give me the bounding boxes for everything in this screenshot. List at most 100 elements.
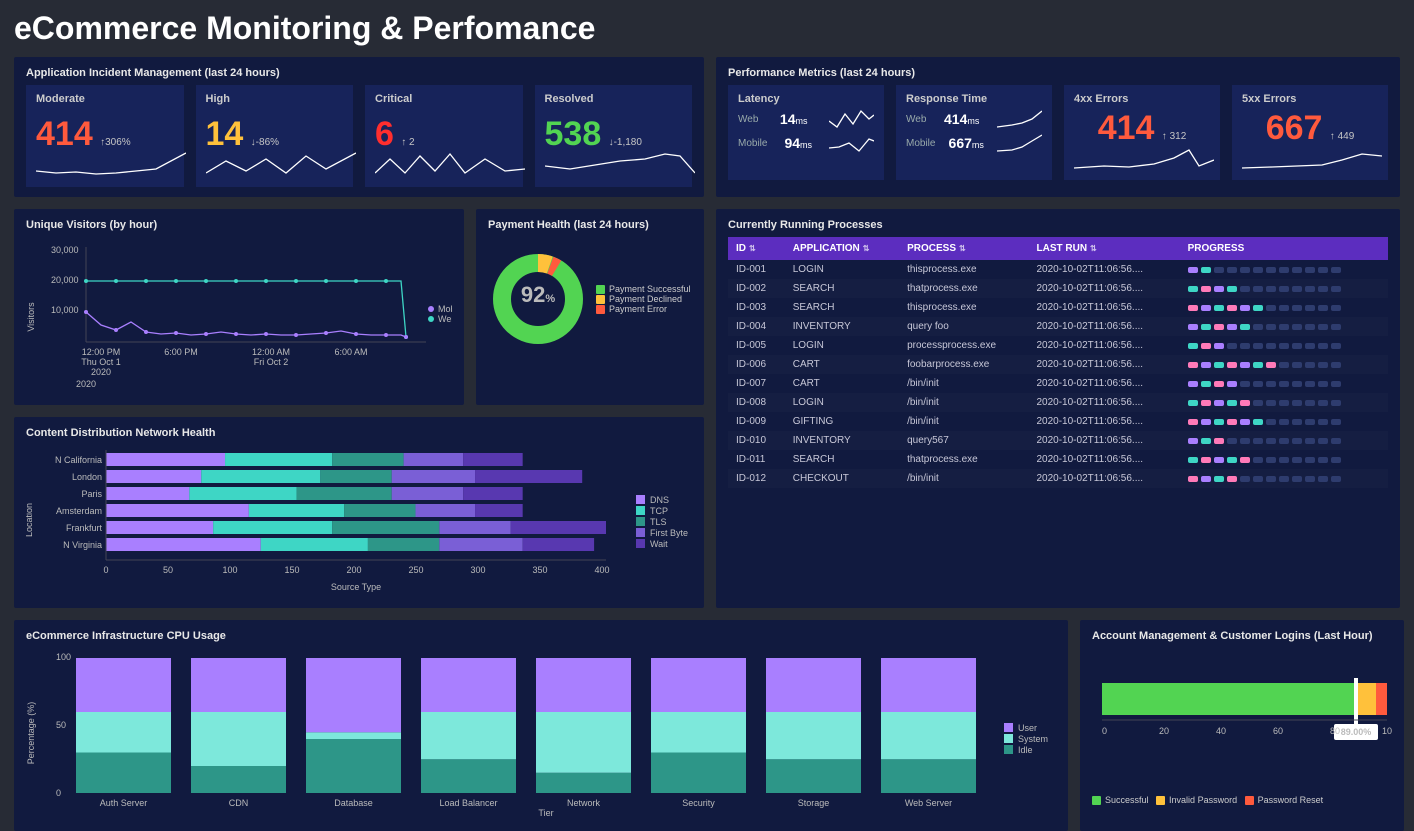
logins-panel: Account Management & Customer Logins (La… xyxy=(1080,620,1404,831)
sort-icon: ⇅ xyxy=(1090,244,1097,253)
label: 5xx Errors xyxy=(1242,93,1378,105)
svg-text:Auth Server: Auth Server xyxy=(100,798,148,808)
label: Moderate xyxy=(36,93,174,105)
svg-text:0: 0 xyxy=(1102,726,1107,736)
table-row[interactable]: ID-004INVENTORYquery foo2020-10-02T11:06… xyxy=(728,317,1388,336)
svg-text:50: 50 xyxy=(163,565,173,575)
label: Response Time xyxy=(906,93,1042,105)
mob-val: 94 xyxy=(784,135,800,151)
lg-success: Successful xyxy=(1105,795,1149,805)
cpu-title: eCommerce Infrastructure CPU Usage xyxy=(26,630,1056,642)
table-row[interactable]: ID-001LOGINthisprocess.exe2020-10-02T11:… xyxy=(728,260,1388,279)
label: High xyxy=(206,93,344,105)
svg-text:User: User xyxy=(1018,723,1037,733)
svg-text:30,000: 30,000 xyxy=(51,245,79,255)
svg-text:0: 0 xyxy=(103,565,108,575)
svg-text:TCP: TCP xyxy=(650,506,668,516)
value: 667 xyxy=(1266,109,1323,147)
delta: ↓-86% xyxy=(251,137,279,148)
lg-success: Payment Successful xyxy=(609,284,691,294)
svg-text:50: 50 xyxy=(56,720,66,730)
table-row[interactable]: ID-011SEARCHthatprocess.exe2020-10-02T11… xyxy=(728,450,1388,469)
ms: ms xyxy=(967,116,979,126)
visitors-title: Unique Visitors (by hour) xyxy=(26,219,452,231)
svg-text:Security: Security xyxy=(682,798,715,808)
lg-reset: Password Reset xyxy=(1258,795,1324,805)
delta: ↑ 2 xyxy=(401,137,414,148)
sort-icon: ⇅ xyxy=(959,244,966,253)
svg-text:Thu Oct 1: Thu Oct 1 xyxy=(81,357,121,367)
svg-text:Web Server: Web Server xyxy=(905,798,952,808)
svg-text:London: London xyxy=(72,472,102,482)
cdn-chart: Location N CaliforniaLondonParisAmsterda… xyxy=(26,445,692,595)
svg-text:2020: 2020 xyxy=(91,367,111,377)
svg-text:Location: Location xyxy=(26,503,34,537)
table-row[interactable]: ID-007CART/bin/init2020-10-02T11:06:56..… xyxy=(728,374,1388,393)
svg-text:First Byte: First Byte xyxy=(650,528,688,538)
svg-text:Idle: Idle xyxy=(1018,745,1033,755)
svg-text:200: 200 xyxy=(346,565,361,575)
web-val: 414 xyxy=(944,111,967,127)
perf-title: Performance Metrics (last 24 hours) xyxy=(728,67,1388,79)
payment-panel: Payment Health (last 24 hours) 92% Payme… xyxy=(476,209,704,405)
value: 414 xyxy=(1098,109,1155,147)
delta: ↑ 449 xyxy=(1330,131,1354,142)
sort-icon: ⇅ xyxy=(863,244,870,253)
table-row[interactable]: ID-010INVENTORYquery5672020-10-02T11:06:… xyxy=(728,431,1388,450)
web-label: Web xyxy=(906,114,926,125)
svg-text:92%: 92% xyxy=(521,282,555,307)
svg-text:100: 100 xyxy=(1382,726,1392,736)
table-row[interactable]: ID-006CARTfoobarprocess.exe2020-10-02T11… xyxy=(728,355,1388,374)
table-row[interactable]: ID-012CHECKOUT/bin/init2020-10-02T11:06:… xyxy=(728,469,1388,488)
visitors-panel: Unique Visitors (by hour) Visitors 30,00… xyxy=(14,209,464,405)
cdn-panel: Content Distribution Network Health Loca… xyxy=(14,417,704,608)
card-5xx: 5xx Errors 667 ↑ 449 xyxy=(1232,85,1388,180)
card-latency: Latency Web14ms Mobile94ms xyxy=(728,85,884,180)
svg-text:100: 100 xyxy=(222,565,237,575)
label: Latency xyxy=(738,93,874,105)
col-proc[interactable]: PROCESS⇅ xyxy=(899,237,1028,260)
mob-label: Mobile xyxy=(738,138,767,149)
card-4xx: 4xx Errors 414 ↑ 312 xyxy=(1064,85,1220,180)
svg-text:Percentage (%): Percentage (%) xyxy=(26,702,36,765)
col-id[interactable]: ID⇅ xyxy=(728,237,785,260)
mob-val: 667 xyxy=(949,135,972,151)
mob-label: Mobile xyxy=(906,138,935,149)
ms: ms xyxy=(972,140,984,150)
svg-text:20: 20 xyxy=(1159,726,1169,736)
svg-text:Load Balancer: Load Balancer xyxy=(439,798,497,808)
lg-declined: Payment Declined xyxy=(609,294,682,304)
col-app[interactable]: APPLICATION⇅ xyxy=(785,237,899,260)
svg-text:Tier: Tier xyxy=(538,808,553,818)
processes-panel: Currently Running Processes ID⇅ APPLICAT… xyxy=(716,209,1400,608)
table-row[interactable]: ID-002SEARCHthatprocess.exe2020-10-02T11… xyxy=(728,279,1388,298)
cpu-panel: eCommerce Infrastructure CPU Usage Perce… xyxy=(14,620,1068,831)
value: 538 xyxy=(545,117,602,151)
web-val: 14 xyxy=(780,111,796,127)
value: 414 xyxy=(36,117,93,151)
svg-text:Database: Database xyxy=(334,798,373,808)
label: Critical xyxy=(375,93,513,105)
perf-panel: Performance Metrics (last 24 hours) Late… xyxy=(716,57,1400,197)
svg-text:40: 40 xyxy=(1216,726,1226,736)
lg-invalid: Invalid Password xyxy=(1169,795,1237,805)
svg-text:350: 350 xyxy=(532,565,547,575)
svg-text:Fri Oct 2: Fri Oct 2 xyxy=(254,357,289,367)
table-row[interactable]: ID-008LOGIN/bin/init2020-10-02T11:06:56.… xyxy=(728,393,1388,412)
table-row[interactable]: ID-009GIFTING/bin/init2020-10-02T11:06:5… xyxy=(728,412,1388,431)
svg-text:Amsterdam: Amsterdam xyxy=(56,506,102,516)
svg-text:6:00 AM: 6:00 AM xyxy=(334,347,367,357)
col-last[interactable]: LAST RUN⇅ xyxy=(1028,237,1179,260)
value: 6 xyxy=(375,117,394,151)
value: 14 xyxy=(206,117,244,151)
cpu-chart: Percentage (%) 100 50 0 Auth ServerCDNDa… xyxy=(26,648,1056,818)
delta: ↓-1,180 xyxy=(609,137,642,148)
logins-title: Account Management & Customer Logins (La… xyxy=(1092,630,1392,642)
ms: ms xyxy=(800,140,812,150)
table-row[interactable]: ID-005LOGINprocessprocess.exe2020-10-02T… xyxy=(728,336,1388,355)
incident-panel: Application Incident Management (last 24… xyxy=(14,57,704,197)
table-row[interactable]: ID-003SEARCHthisprocess.exe2020-10-02T11… xyxy=(728,298,1388,317)
svg-text:System: System xyxy=(1018,734,1048,744)
svg-text:2020: 2020 xyxy=(76,379,96,389)
processes-title: Currently Running Processes xyxy=(728,219,1388,231)
